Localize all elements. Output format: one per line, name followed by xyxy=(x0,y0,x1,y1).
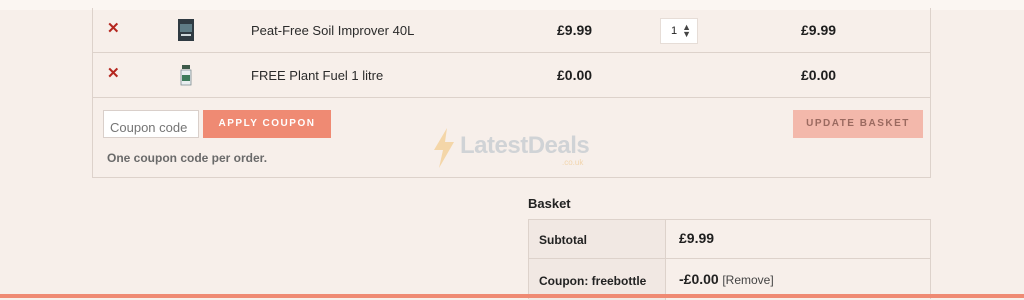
totals-label-column xyxy=(529,220,666,300)
basket-totals-title: Basket xyxy=(528,196,571,211)
lightning-bolt-icon xyxy=(434,128,454,168)
product-name[interactable]: FREE Plant Fuel 1 litre xyxy=(251,68,383,83)
update-basket-button[interactable]: UPDATE BASKET xyxy=(793,110,923,138)
spinner-arrows-icon[interactable]: ▲ ▼ xyxy=(682,23,691,39)
remove-item-icon[interactable]: ✕ xyxy=(107,66,120,81)
quantity-value: 1 xyxy=(671,25,678,37)
watermark-subtext: .co.uk xyxy=(562,158,584,167)
remove-coupon-link[interactable]: [Remove] xyxy=(722,273,773,287)
cart-row: ✕ FREE Plant Fuel 1 litre £0.00 £0.00 xyxy=(93,53,930,98)
quantity-stepper[interactable]: 1 ▲ ▼ xyxy=(660,18,698,44)
bottom-accent-bar xyxy=(0,294,1024,298)
remove-item-icon[interactable]: ✕ xyxy=(107,21,120,36)
apply-coupon-button[interactable]: APPLY COUPON xyxy=(203,110,331,138)
product-thumbnail[interactable] xyxy=(177,63,195,87)
coupon-label: Coupon: freebottle xyxy=(539,274,647,288)
coupon-code-input[interactable] xyxy=(103,110,199,138)
watermark-logo: LatestDeals .co.uk xyxy=(432,128,602,170)
basket-totals-table: Subtotal £9.99 Coupon: freebottle -£0.00… xyxy=(528,219,931,300)
product-price: £9.99 xyxy=(557,22,593,38)
coupon-discount: -£0.00 [Remove] xyxy=(679,271,774,287)
watermark-text: LatestDeals xyxy=(460,132,590,159)
coupon-note: One coupon code per order. xyxy=(107,151,268,165)
cart-row: ✕ Peat-Free Soil Improver 40L £9.99 1 ▲ ▼… xyxy=(93,8,930,53)
product-thumbnail[interactable] xyxy=(177,18,195,42)
totals-divider xyxy=(529,258,930,259)
subtotal-label: Subtotal xyxy=(539,233,587,247)
product-subtotal: £9.99 xyxy=(801,22,837,38)
subtotal-value: £9.99 xyxy=(679,230,715,246)
product-name[interactable]: Peat-Free Soil Improver 40L xyxy=(251,23,414,38)
product-price: £0.00 xyxy=(557,67,593,83)
coupon-value: -£0.00 xyxy=(679,271,719,287)
product-subtotal: £0.00 xyxy=(801,67,837,83)
